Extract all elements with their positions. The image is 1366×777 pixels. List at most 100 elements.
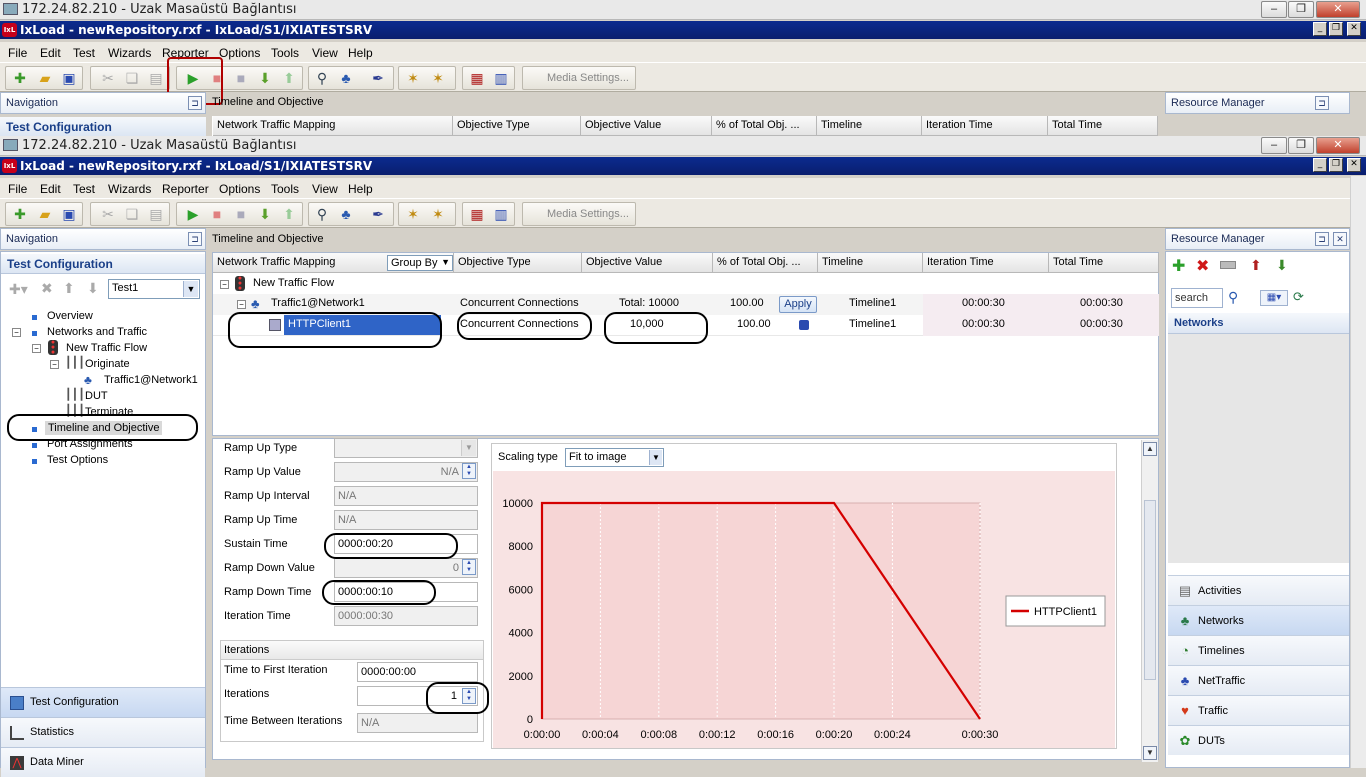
delete-resource-icon[interactable]: ✖ [1196,256,1209,276]
collapse-icon[interactable]: − [32,344,41,353]
collapse-icon[interactable]: − [50,360,59,369]
toolbox-icon[interactable]: ▦ [469,70,485,86]
col-objective-value[interactable]: Objective Value [581,116,712,136]
scroll-up-icon[interactable]: ▲ [1143,442,1157,456]
col-iteration-time[interactable]: Iteration Time [922,116,1048,136]
pen-icon[interactable]: ✒ [370,70,386,86]
export-icon[interactable]: ⬆ [1250,257,1262,274]
toolbox-icon[interactable]: ▦ [469,206,485,222]
flow-label[interactable]: New Traffic Flow [249,274,338,294]
network-icon[interactable]: ♣ [338,206,354,222]
restore-button[interactable]: ❐ [1288,137,1314,154]
menu-reporter[interactable]: Reporter [162,182,209,196]
col-total-time[interactable]: Total Time [1048,116,1158,136]
iter-field-input[interactable]: 0000:00:00 [357,662,478,682]
menu-options[interactable]: Options [219,182,260,196]
download-icon[interactable]: ⬇ [257,70,273,86]
window-scrollbar[interactable] [1350,176,1366,768]
close-panel-icon[interactable]: ✕ [1333,232,1347,246]
tree-item-test-options[interactable]: Test Options [47,454,108,466]
copy-icon[interactable]: ❏ [124,70,140,86]
cut-icon[interactable]: ✂ [100,206,116,222]
col-percent-total[interactable]: % of Total Obj. ... [713,253,818,273]
collapse-icon[interactable]: − [220,280,229,289]
run-icon[interactable]: ▶ [185,206,201,222]
resource-search-input[interactable]: search [1171,288,1223,308]
col-timeline[interactable]: Timeline [818,253,923,273]
media-settings-button[interactable]: Media Settings... [522,66,636,90]
move-down-icon[interactable]: ⬇ [87,280,99,297]
lock-icon[interactable] [799,320,809,330]
paste-icon[interactable]: ▤ [148,70,164,86]
open-folder-icon[interactable]: ▰ [37,206,53,222]
resource-traffic[interactable]: ♥ Traffic [1168,695,1349,725]
col-objective-value[interactable]: Objective Value [582,253,713,273]
col-network-traffic-mapping[interactable]: Network Traffic Mapping [213,116,453,136]
upload-icon[interactable]: ⬆ [281,206,297,222]
menu-view[interactable]: View [312,46,338,60]
copy-icon[interactable]: ❏ [124,206,140,222]
refresh-icon[interactable]: ⟳ [1293,289,1304,305]
nav-statistics[interactable]: Statistics [1,717,205,747]
field-input[interactable] [334,438,478,458]
field-input[interactable]: N/A [334,486,478,506]
menu-file[interactable]: File [8,46,27,60]
field-input[interactable]: N/A [334,462,478,482]
cut-icon[interactable]: ✂ [100,70,116,86]
restore-button[interactable]: ❐ [1329,158,1343,172]
add-resource-icon[interactable]: ✚ [1172,256,1185,276]
stop-icon[interactable]: ■ [209,206,225,222]
disable-icon[interactable] [1220,261,1236,269]
open-folder-icon[interactable]: ▰ [37,70,53,86]
menu-edit[interactable]: Edit [40,46,61,60]
field-input[interactable]: N/A [334,510,478,530]
pen-icon[interactable]: ✒ [370,206,386,222]
minimize-button[interactable]: – [1261,137,1287,154]
col-iteration-time[interactable]: Iteration Time [923,253,1049,273]
menu-wizards[interactable]: Wizards [108,46,151,60]
col-percent-total[interactable]: % of Total Obj. ... [712,116,817,136]
view-mode-icon[interactable]: ▦▾ [1260,290,1288,306]
resource-networks[interactable]: ♣ Networks [1168,605,1349,635]
field-input[interactable]: 0 [334,558,478,578]
close-button[interactable]: ✕ [1347,22,1361,36]
col-objective-type[interactable]: Objective Type [454,253,582,273]
collapse-icon[interactable]: − [12,328,21,337]
resource-duts[interactable]: ✿ DUTs [1168,725,1349,755]
wizard2-icon[interactable]: ✶ [430,70,446,86]
nav-test-configuration[interactable]: Test Configuration [1,687,205,717]
new-icon[interactable]: ✚ [12,206,28,222]
add-icon[interactable]: ✚▾ [9,281,28,298]
menu-help[interactable]: Help [348,182,373,196]
tree-item-traffic1-network1[interactable]: Traffic1@Network1 [104,374,198,386]
wizard2-icon[interactable]: ✶ [430,206,446,222]
pin-icon[interactable]: ⊐ [1315,232,1329,246]
menu-tools[interactable]: Tools [271,182,299,196]
minimize-button[interactable]: _ [1313,158,1327,172]
apply-button[interactable]: Apply [779,296,817,313]
network-icon[interactable]: ♣ [338,70,354,86]
networks-list[interactable] [1168,313,1349,563]
scroll-down-icon[interactable]: ▼ [1143,746,1157,760]
spinner-icon[interactable]: ▲ ▼ [462,559,476,575]
tree-item-networks-and-traffic[interactable]: Networks and Traffic [47,326,147,338]
menu-test[interactable]: Test [73,182,95,196]
tree-item-new-traffic-flow[interactable]: New Traffic Flow [66,342,147,354]
restore-button[interactable]: ❐ [1288,1,1314,18]
wizard-icon[interactable]: ✶ [405,70,421,86]
close-button[interactable]: ✕ [1347,158,1361,172]
scroll-thumb[interactable] [1144,500,1156,680]
resource-nettraffic[interactable]: ♣ NetTraffic [1168,665,1349,695]
collapse-icon[interactable]: − [237,300,246,309]
menu-test[interactable]: Test [73,46,95,60]
save-icon[interactable]: ▣ [61,206,77,222]
minimize-button[interactable]: – [1261,1,1287,18]
import-icon[interactable]: ⬇ [1276,257,1288,274]
group-by-dropdown[interactable]: Group By ▼ [387,255,453,271]
settings-scrollbar[interactable]: ▲ ▼ [1141,440,1158,762]
menu-wizards[interactable]: Wizards [108,182,151,196]
delete-icon[interactable]: ✖ [41,280,53,297]
pause-icon[interactable]: ■ [233,70,249,86]
new-icon[interactable]: ✚ [12,70,28,86]
download-icon[interactable]: ⬇ [257,206,273,222]
